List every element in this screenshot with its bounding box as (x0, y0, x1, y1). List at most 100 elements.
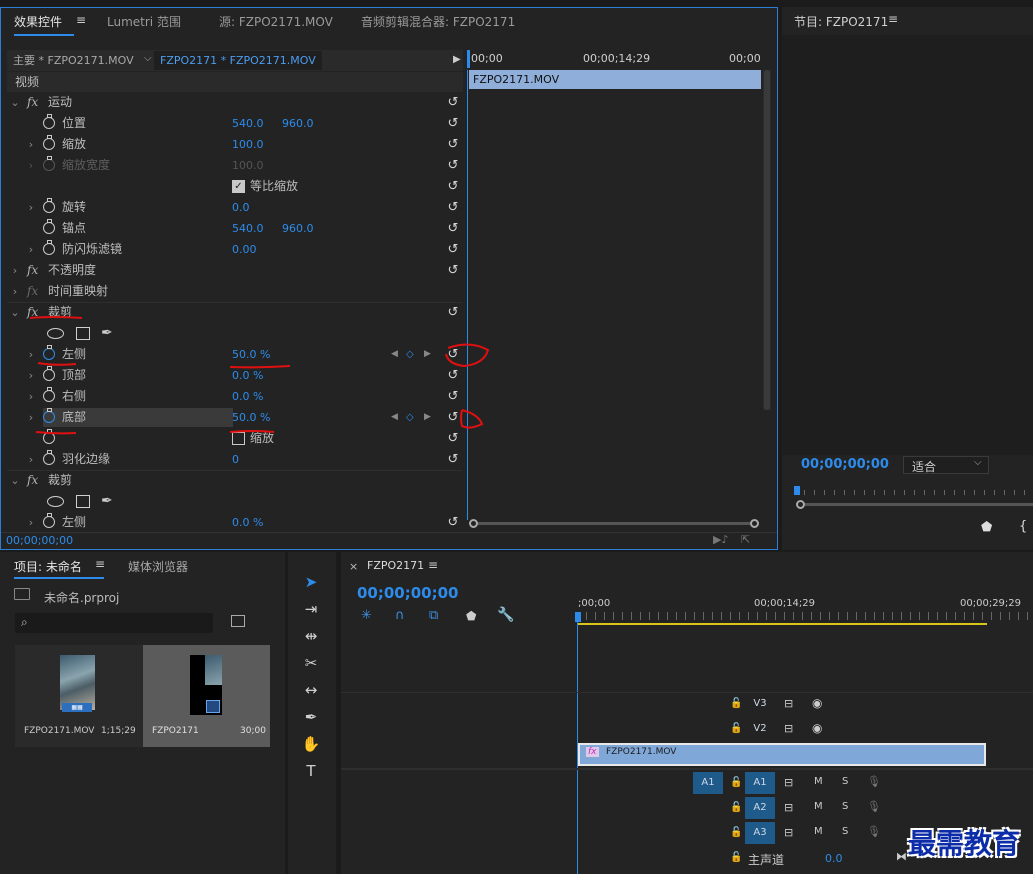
fit-dropdown-value: 适合 (912, 460, 937, 474)
zoom-bar[interactable] (805, 503, 1033, 506)
panel-menu-icon[interactable]: ≡ (95, 557, 105, 571)
program-zoom-bar[interactable] (796, 500, 1033, 509)
video-viewport[interactable] (782, 35, 1033, 455)
project-file-name: 未命名.prproj (44, 591, 120, 605)
lock-icon[interactable]: 🔓 (730, 698, 742, 709)
panel-menu-icon[interactable]: ≡ (888, 12, 898, 26)
playhead[interactable] (794, 486, 800, 495)
mute-button[interactable]: M (814, 801, 823, 812)
playhead[interactable] (575, 612, 581, 622)
mark-in-icon[interactable]: { (1019, 519, 1027, 534)
project-file-icon (14, 588, 30, 600)
track-master: 🔓 主声道 0.0 ⧓ (682, 847, 918, 871)
search-icon: ⌕ (21, 615, 28, 629)
lock-icon[interactable]: 🔓 (730, 723, 742, 734)
type-tool-icon[interactable]: T (298, 759, 324, 783)
razor-tool-icon[interactable]: ✂ (298, 651, 324, 675)
tab-project[interactable]: 项目: 未命名 (14, 558, 82, 575)
ruler-tick-mid: 00;00;14;29 (754, 598, 816, 609)
watermark-text: 最需教育 (908, 827, 1021, 860)
track-divider (341, 692, 1033, 693)
eye-icon[interactable]: ◉ (812, 696, 822, 710)
solo-button[interactable]: S (842, 826, 848, 837)
ripple-edit-tool-icon[interactable]: ⇹ (298, 624, 324, 648)
mute-button[interactable]: M (814, 776, 823, 787)
microphone-icon[interactable]: 🎙 (867, 775, 881, 788)
thumbnail-quadrant (205, 655, 222, 685)
project-item-sequence[interactable]: FZPO2171 30;00 (143, 645, 270, 747)
video-audio-divider (341, 768, 1033, 770)
video-thumbnail (60, 655, 95, 710)
marker-icon[interactable]: ⬟ (981, 520, 992, 535)
master-volume[interactable]: 0.0 (825, 852, 843, 865)
lock-icon[interactable]: 🔓 (730, 827, 742, 838)
tab-media-browser[interactable]: 媒体浏览器 (128, 558, 188, 575)
hand-tool-icon[interactable]: ✋ (298, 732, 324, 756)
ruler-tick-end: 00;00;29;29 (960, 598, 1022, 609)
add-marker-icon[interactable]: ⬟ (466, 609, 476, 623)
track-select-tool-icon[interactable]: ⇥ (298, 597, 324, 621)
nest-icon[interactable]: ✳ (361, 608, 372, 623)
track-label[interactable]: V2 (745, 718, 775, 740)
fit-dropdown[interactable]: 适合 ⌵ (903, 456, 989, 474)
item-duration: 1;15;29 (101, 726, 136, 736)
sequence-thumbnail (190, 655, 222, 715)
item-name: FZPO2171 (152, 726, 199, 736)
track-label[interactable]: A1 (745, 772, 775, 794)
panel-menu-icon[interactable]: ≡ (428, 558, 438, 572)
timeline-timecode[interactable]: 00;00;00;00 (357, 584, 459, 602)
master-label: 主声道 (748, 853, 785, 867)
program-monitor: 节目: FZPO2171 ≡ 00;00;00;00 适合 ⌵ ⬟ { (782, 7, 1033, 550)
project-item-video[interactable]: ▦▦ FZPO2171.MOV 1;15;29 (15, 645, 143, 747)
track-a1: A1 🔓 A1 ⊟ M S 🎙 (682, 772, 918, 796)
lock-icon[interactable]: 🔓 (730, 852, 742, 863)
item-duration: 30;00 (240, 726, 266, 736)
sync-lock-icon[interactable]: ⊟ (784, 801, 793, 814)
work-area-bar[interactable] (577, 623, 987, 625)
sync-lock-icon[interactable]: ⊟ (784, 776, 793, 789)
solo-button[interactable]: S (842, 776, 848, 787)
gap-icon[interactable]: ⧓ (896, 850, 907, 863)
clip-body: fx FZPO2171.MOV (580, 745, 984, 764)
sync-lock-icon[interactable]: ⊟ (784, 826, 793, 839)
microphone-icon[interactable]: 🎙 (867, 800, 881, 813)
slip-tool-icon[interactable]: ↔ (298, 678, 324, 702)
sync-lock-icon[interactable]: ⊟ (784, 722, 793, 735)
track-a2: 🔓 A2 ⊟ M S 🎙 (682, 797, 918, 821)
fx-badge-icon[interactable]: fx (586, 747, 599, 757)
ruler-ticks (804, 490, 1033, 495)
mute-button[interactable]: M (814, 826, 823, 837)
track-label[interactable]: A2 (745, 797, 775, 819)
chevron-down-icon: ⌵ (974, 457, 982, 468)
program-timecode[interactable]: 00;00;00;00 (801, 457, 889, 472)
solo-button[interactable]: S (842, 801, 848, 812)
clip-name: FZPO2171.MOV (606, 747, 677, 757)
close-icon[interactable]: × (349, 560, 358, 573)
search-input[interactable]: ⌕ (15, 613, 213, 633)
lock-icon[interactable]: 🔓 (730, 802, 742, 813)
sequence-tab[interactable]: FZPO2171 (367, 559, 424, 572)
lock-icon[interactable]: 🔓 (730, 777, 742, 788)
program-title[interactable]: 节目: FZPO2171 (794, 13, 888, 30)
track-v2: 🔓 V2 ⊟ ◉ (682, 718, 918, 742)
track-label[interactable]: V3 (745, 693, 775, 715)
snap-magnet-icon[interactable]: ∩ (395, 608, 405, 623)
sync-lock-icon[interactable]: ⊟ (784, 697, 793, 710)
new-bin-icon[interactable] (231, 615, 245, 627)
wrench-icon[interactable]: 🔧 (497, 607, 514, 623)
track-v3: 🔓 V3 ⊟ ◉ (682, 693, 918, 717)
pen-tool-icon[interactable]: ✒ (298, 705, 324, 729)
ruler-ticks[interactable] (577, 612, 1033, 620)
linked-selection-icon[interactable]: ⧉ (429, 608, 438, 623)
eye-icon[interactable]: ◉ (812, 721, 822, 735)
item-name: FZPO2171.MOV (24, 726, 95, 736)
project-panel: 项目: 未命名 ≡ 媒体浏览器 未命名.prproj ⌕ ▦▦ FZPO2171… (0, 552, 285, 874)
ruler-tick-start: ;00;00 (578, 598, 611, 609)
track-label[interactable]: A3 (745, 822, 775, 844)
source-patch-a1[interactable]: A1 (693, 772, 723, 794)
sequence-badge-icon (206, 700, 220, 713)
timeline-clip[interactable]: fx FZPO2171.MOV (578, 743, 986, 766)
microphone-icon[interactable]: 🎙 (867, 825, 881, 838)
zoom-handle-left[interactable] (796, 500, 805, 509)
selection-tool-icon[interactable]: ➤ (298, 570, 324, 594)
